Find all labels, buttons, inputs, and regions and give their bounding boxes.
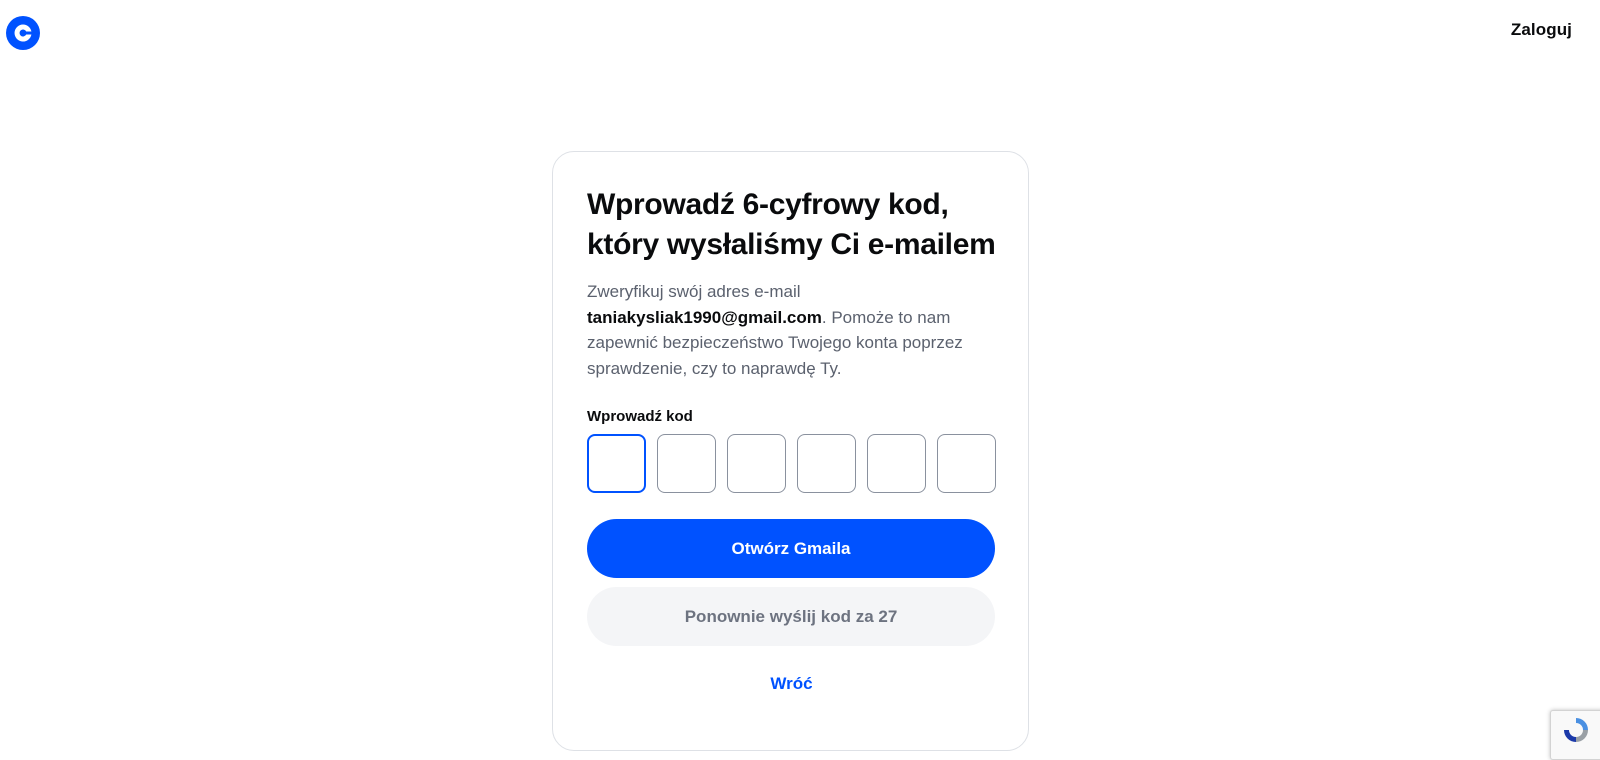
coinbase-logo-icon[interactable] xyxy=(6,16,40,50)
code-label: Wprowadź kod xyxy=(587,408,693,425)
login-link[interactable]: Zaloguj xyxy=(1511,20,1572,40)
code-digit-1[interactable] xyxy=(587,434,646,493)
code-digit-3[interactable] xyxy=(727,434,786,493)
page-title: Wprowadź 6-cyfrowy kod, który wysłaliśmy… xyxy=(587,185,1007,265)
code-digit-2[interactable] xyxy=(657,434,716,493)
recaptcha-badge[interactable] xyxy=(1550,710,1600,760)
title-line-1: Wprowadź 6-cyfrowy kod, xyxy=(587,188,949,221)
open-gmail-button[interactable]: Otwórz Gmaila xyxy=(587,519,995,578)
title-line-2: który wysłaliśmy Ci e-mailem xyxy=(587,228,996,261)
back-link[interactable]: Wróć xyxy=(553,674,1030,694)
recaptcha-icon xyxy=(1564,718,1588,742)
resend-code-button[interactable]: Ponownie wyślij kod za 27 xyxy=(587,587,995,646)
description-prefix: Zweryfikuj swój adres e-mail xyxy=(587,282,801,301)
verification-card: Wprowadź 6-cyfrowy kod, który wysłaliśmy… xyxy=(552,151,1029,751)
email-address: taniakysliak1990@gmail.com xyxy=(587,307,822,327)
code-digit-4[interactable] xyxy=(797,434,856,493)
code-input-group xyxy=(587,434,996,494)
header: Zaloguj xyxy=(0,0,1600,64)
code-digit-6[interactable] xyxy=(937,434,996,493)
code-digit-5[interactable] xyxy=(867,434,926,493)
description-text: Zweryfikuj swój adres e-mail taniakyslia… xyxy=(587,279,997,381)
